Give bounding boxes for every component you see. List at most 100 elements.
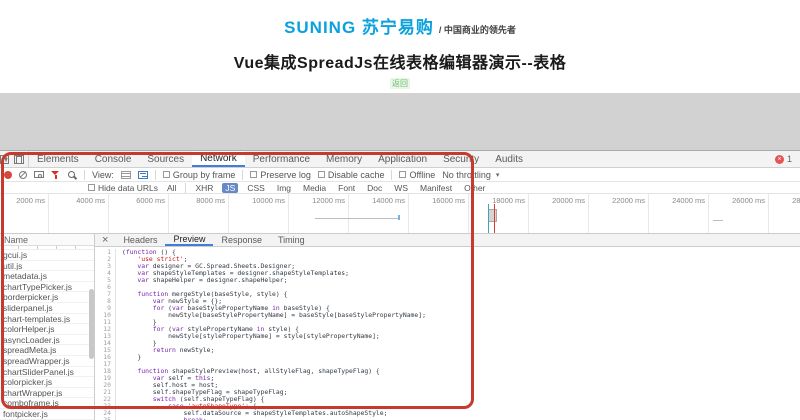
offline-checkbox[interactable]: Offline [399,170,435,180]
error-count: 1 [787,154,792,164]
network-request-row[interactable]: metadata.js [0,271,94,282]
timeline-tick-label: 24000 ms [651,196,705,205]
group-by-frame-checkbox[interactable]: Group by frame [163,170,236,180]
page-title: Vue集成SpreadJs在线表格编辑器演示--表格 [0,49,800,73]
tab-console[interactable]: Console [87,151,140,167]
filter-type-manifest[interactable]: Manifest [417,183,455,193]
devtools-mode-icons [0,151,29,167]
tab-application[interactable]: Application [370,151,435,167]
devtools-tabbar: Elements Console Sources Network Perform… [0,151,800,168]
filter-type-img[interactable]: Img [274,183,294,193]
tab-elements[interactable]: Elements [29,151,87,167]
network-request-row[interactable]: comboframe.js [0,398,94,409]
filter-type-font[interactable]: Font [335,183,358,193]
offline-label: Offline [409,170,435,180]
timeline-overview[interactable]: 2000 ms4000 ms6000 ms8000 ms10000 ms1200… [0,194,800,234]
clear-icon[interactable] [19,171,27,179]
network-request-row[interactable]: chartTypePicker.js [0,282,94,293]
filter-icon[interactable] [51,170,60,179]
code-line: 5 var shapeHelper = designer.shapeHelper… [95,277,800,284]
network-request-row[interactable]: spreadMeta.js [0,345,94,356]
timeline-gridline [288,194,289,233]
filter-divider [185,183,186,193]
checkbox-icon [318,171,325,178]
filter-type-other[interactable]: Other [461,183,488,193]
detail-tab-timing[interactable]: Timing [270,234,313,246]
logo[interactable]: SUNING 苏宁易购 / 中国商业的领先者 [0,13,800,38]
code-line-number: 8 [95,298,116,305]
request-list-scrollbar[interactable] [89,289,94,359]
tab-audits[interactable]: Audits [487,151,531,167]
screenshot-capture-icon[interactable] [34,171,44,178]
filter-type-doc[interactable]: Doc [364,183,385,193]
network-request-row[interactable]: chart-templates.js [0,314,94,325]
view-waterfall-icon[interactable] [138,171,148,179]
tab-performance[interactable]: Performance [245,151,318,167]
tab-security[interactable]: Security [435,151,487,167]
tab-sources[interactable]: Sources [139,151,192,167]
chevron-down-icon: ▾ [496,171,500,179]
network-request-row[interactable]: chartSliderPanel.js [0,367,94,378]
throttling-dropdown[interactable]: No throttling ▾ [442,170,499,180]
filter-type-ws[interactable]: WS [391,183,411,193]
detail-tabbar: × Headers Preview Response Timing [95,234,800,247]
network-request-row[interactable]: util.js [0,261,94,272]
filter-type-media[interactable]: Media [300,183,329,193]
device-toolbar-icon[interactable] [14,155,24,164]
view-list-icon[interactable] [121,171,131,179]
detail-tab-headers[interactable]: Headers [115,234,165,246]
back-link[interactable]: 返回 [390,78,410,89]
timeline-request-tick [398,215,400,220]
timeline-load-event-line [494,204,496,233]
timeline-tick-label: 10000 ms [231,196,285,205]
network-request-row[interactable]: chartWrapper.js [0,388,94,399]
code-line-number: 7 [95,291,116,298]
network-request-row[interactable]: sliderpanel.js [0,303,94,314]
timeline-gridline [768,194,769,233]
disable-cache-label: Disable cache [328,170,385,180]
timeline-gridline [588,194,589,233]
name-column-header[interactable]: Name [0,234,94,246]
timeline-gridline [408,194,409,233]
search-icon[interactable] [67,170,77,180]
code-line: 15 return newStyle; [95,347,800,354]
hide-data-urls-checkbox[interactable]: Hide data URLs [88,183,158,193]
disable-cache-checkbox[interactable]: Disable cache [318,170,385,180]
timeline-gridline [708,194,709,233]
page: SUNING 苏宁易购 / 中国商业的领先者 Vue集成SpreadJs在线表格… [0,0,800,420]
error-badge[interactable]: × 1 [775,151,800,167]
network-request-row[interactable]: fontpicker.js [0,409,94,420]
tab-memory[interactable]: Memory [318,151,370,167]
logo-text: SUNING 苏宁易购 [284,13,434,38]
detail-tab-response[interactable]: Response [213,234,270,246]
network-request-row[interactable]: spreadWrapper.js [0,356,94,367]
preserve-log-checkbox[interactable]: Preserve log [250,170,311,180]
network-request-row[interactable]: asyncLoader.js [0,335,94,346]
filter-type-xhr[interactable]: XHR [192,183,216,193]
record-icon[interactable] [4,171,12,179]
toolbar-divider [242,170,243,180]
checkbox-icon [163,171,170,178]
network-request-row[interactable]: borderpicker.js [0,292,94,303]
timeline-gridline [468,194,469,233]
close-icon[interactable]: × [95,234,115,246]
code-line: 13 newStyle[stylePropertyName] = style[s… [95,333,800,340]
filter-type-css[interactable]: CSS [244,183,267,193]
timeline-tick-label: 26000 ms [711,196,765,205]
network-request-row[interactable]: colorpicker.js [0,377,94,388]
network-filterbar: Hide data URLs All XHR JS CSS Img Media … [0,182,800,194]
code-preview[interactable]: 1(function () {2 'use strict';3 var desi… [95,247,800,420]
tab-network[interactable]: Network [192,151,245,167]
timeline-gridline [228,194,229,233]
timeline-tick-label: 2000 ms [0,196,45,205]
site-header: SUNING 苏宁易购 / 中国商业的领先者 Vue集成SpreadJs在线表格… [0,0,800,91]
timeline-tick-label: 6000 ms [111,196,165,205]
filter-type-all[interactable]: All [164,183,179,193]
toolbar-divider [155,170,156,180]
detail-tab-preview[interactable]: Preview [165,234,213,246]
filter-type-js[interactable]: JS [222,183,238,193]
inspect-element-icon[interactable] [0,155,9,164]
network-request-row[interactable]: gcui.js [0,250,94,261]
network-request-row[interactable]: colorHelper.js [0,324,94,335]
view-label: View: [92,170,114,180]
